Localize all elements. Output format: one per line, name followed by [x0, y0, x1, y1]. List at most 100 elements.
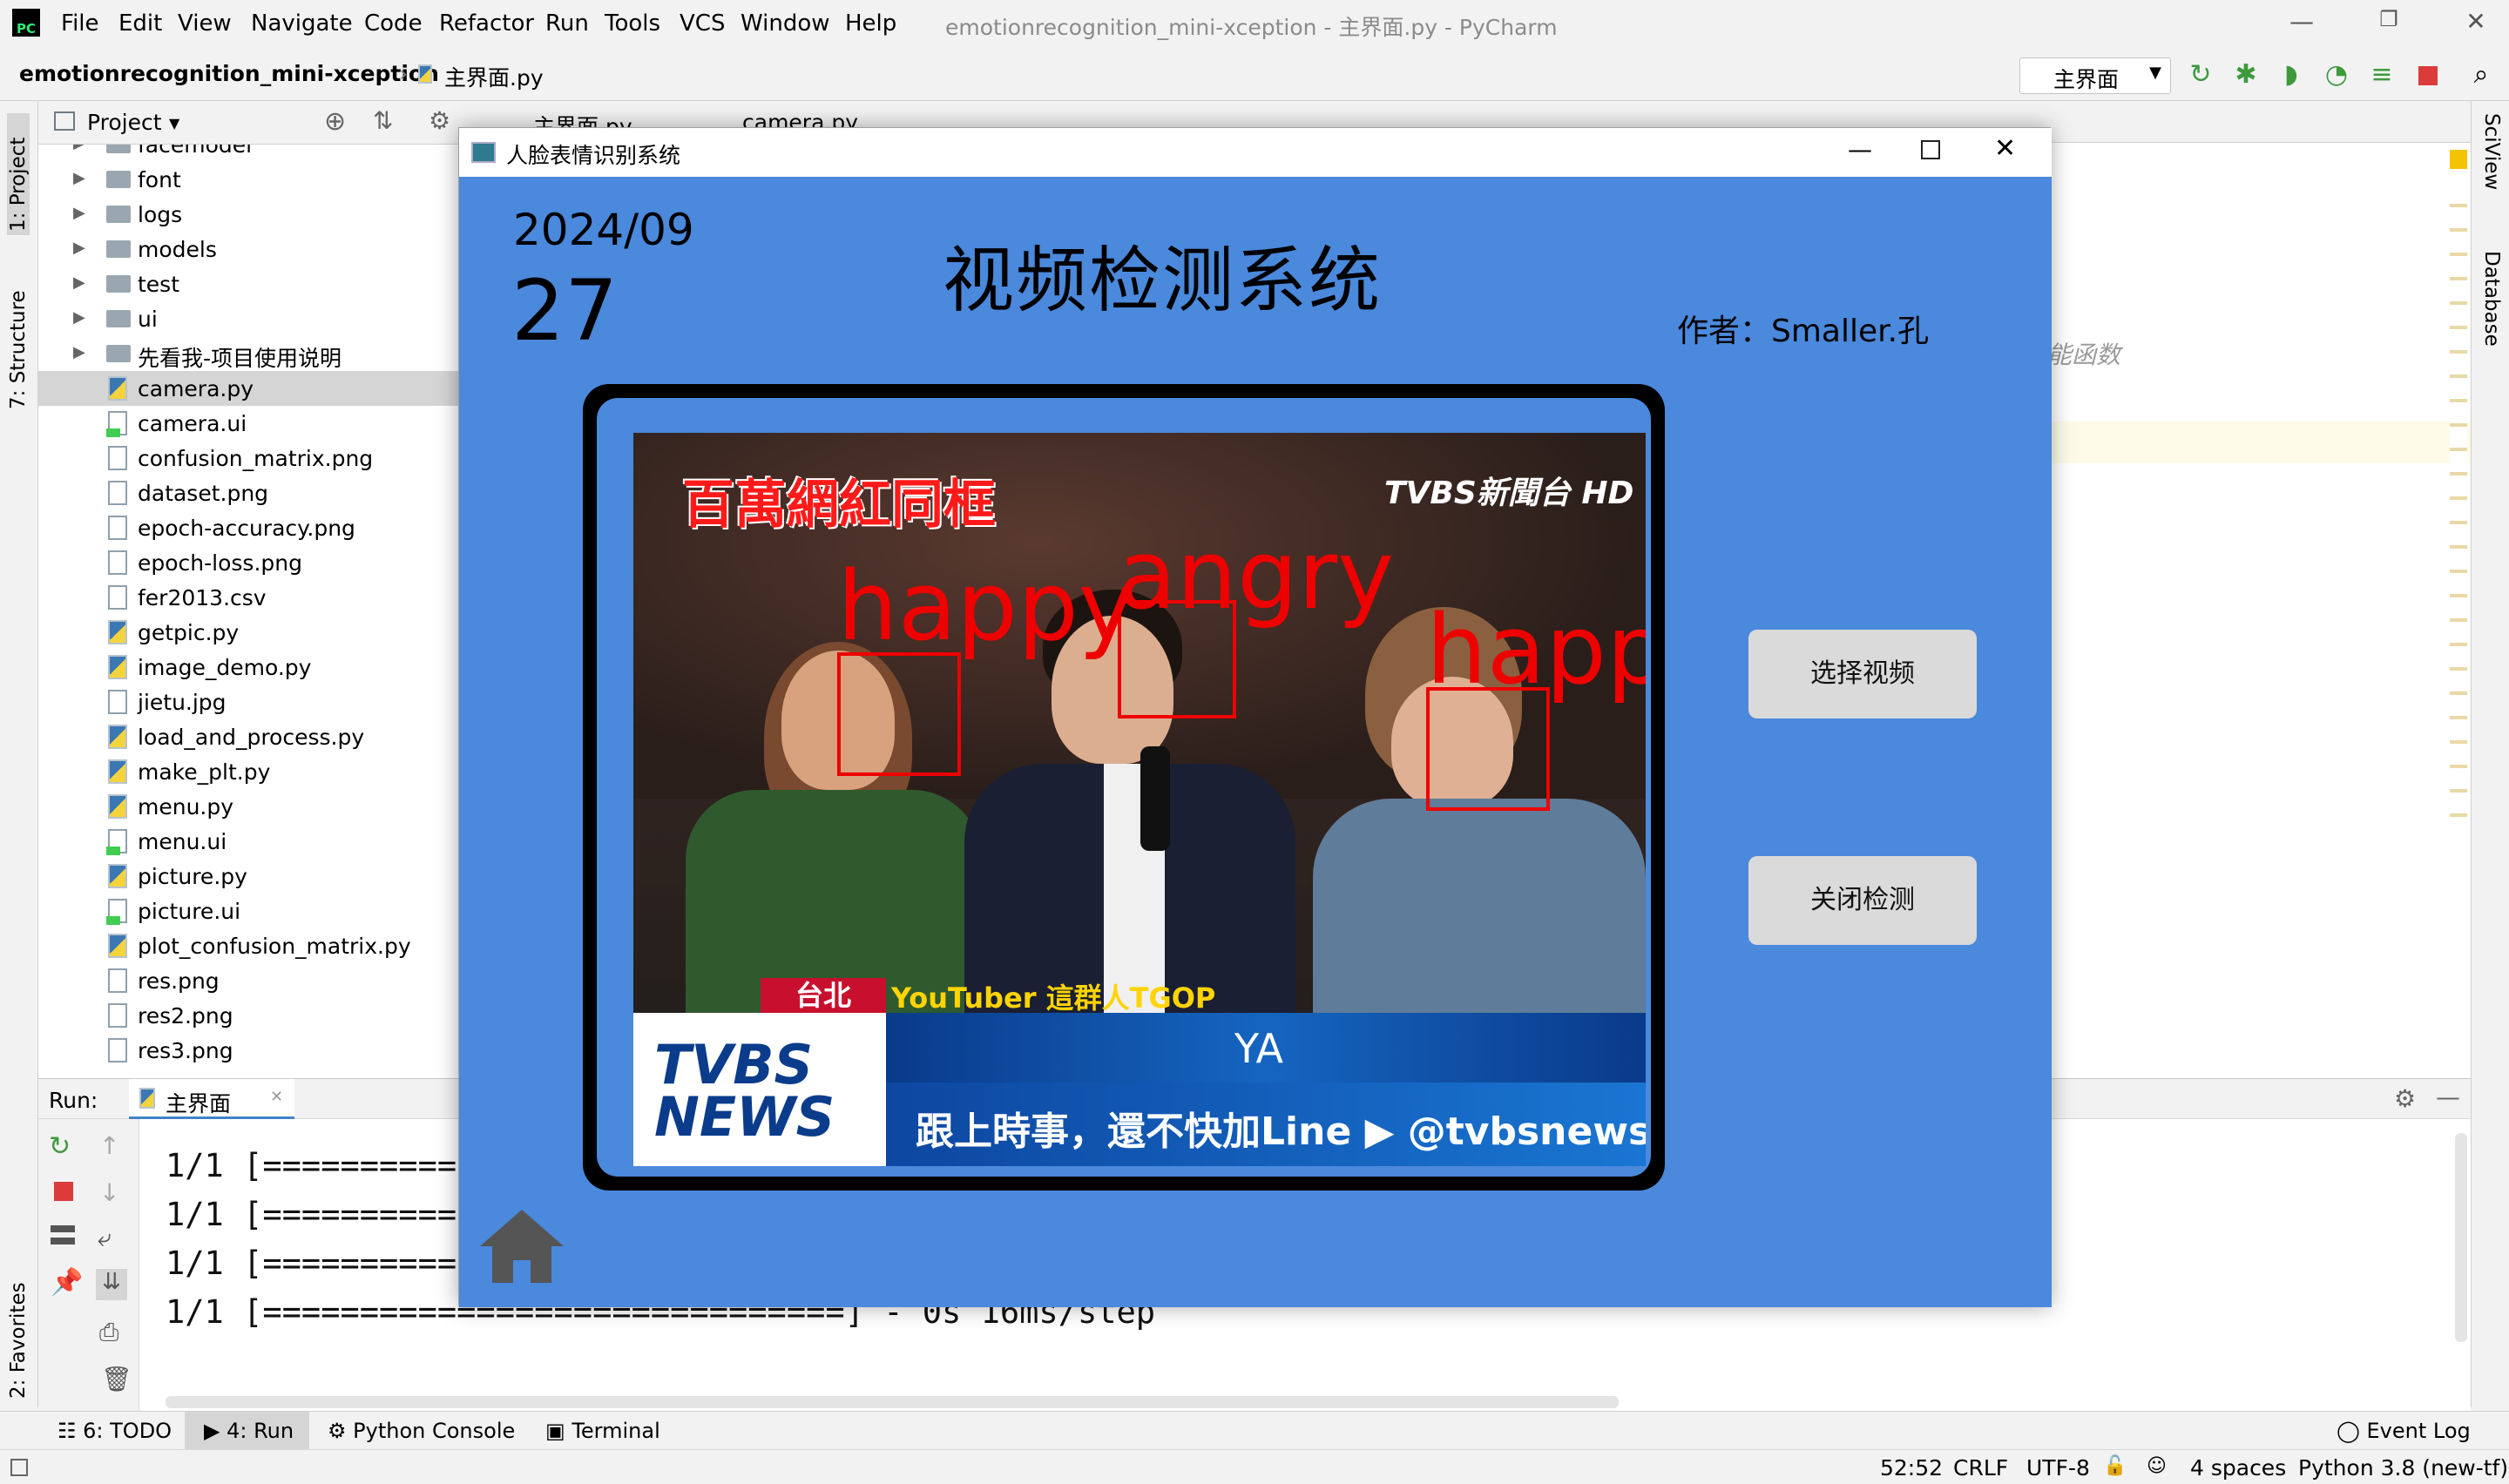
- tree-row[interactable]: plot_confusion_matrix.py: [38, 928, 463, 963]
- database-tool-tab[interactable]: Database: [2480, 251, 2503, 390]
- breadcrumb-project[interactable]: emotionrecognition_mini-xception: [19, 61, 439, 86]
- menu-run[interactable]: Run: [545, 10, 589, 37]
- tree-row[interactable]: ▶ font: [38, 162, 463, 197]
- rerun-icon[interactable]: ↻: [2185, 59, 2216, 91]
- lock-icon[interactable]: 🔓: [2103, 1455, 2127, 1477]
- indent-setting[interactable]: 4 spaces: [2190, 1455, 2286, 1481]
- minimize-icon[interactable]: —: [2276, 7, 2328, 42]
- warning-marker-icon[interactable]: [2450, 150, 2467, 169]
- expand-arrow-icon[interactable]: ▶: [73, 343, 85, 361]
- trash-icon[interactable]: 🗑: [101, 1365, 132, 1393]
- todo-tab[interactable]: ☷ 6: TODO: [57, 1419, 172, 1443]
- menu-view[interactable]: View: [178, 10, 232, 37]
- collapse-icon[interactable]: ⇅: [373, 106, 393, 135]
- stop-icon[interactable]: [2418, 66, 2438, 85]
- horizontal-scrollbar[interactable]: [166, 1396, 1619, 1408]
- tree-row[interactable]: ▶ test: [38, 266, 463, 301]
- profile-icon[interactable]: ◔: [2321, 59, 2352, 91]
- favorites-tool-tab[interactable]: 2: Favorites: [7, 1251, 30, 1399]
- tree-row[interactable]: jietu.jpg: [38, 685, 463, 719]
- tree-row[interactable]: epoch-accuracy.png: [38, 510, 463, 545]
- restore-icon[interactable]: ❐: [2363, 7, 2415, 42]
- layout-icon[interactable]: [51, 1225, 75, 1245]
- tree-row[interactable]: res2.png: [38, 998, 463, 1033]
- hide-panel-icon[interactable]: —: [2436, 1083, 2460, 1111]
- soft-wrap-icon[interactable]: ⤶: [98, 1224, 112, 1253]
- close-detection-button[interactable]: 关闭检测: [1748, 856, 1977, 945]
- toggle-tool-windows-icon[interactable]: [10, 1459, 28, 1476]
- python-console-tab[interactable]: ⚙ Python Console: [328, 1419, 515, 1443]
- scrollbar-markers[interactable]: [2450, 183, 2467, 836]
- tree-row[interactable]: camera.ui: [38, 406, 463, 441]
- tree-row[interactable]: confusion_matrix.png: [38, 441, 463, 476]
- rerun-icon[interactable]: ↻: [49, 1131, 71, 1162]
- tree-row[interactable]: picture.py: [38, 859, 463, 894]
- tree-row[interactable]: menu.ui: [38, 824, 463, 859]
- menu-edit[interactable]: Edit: [118, 10, 162, 37]
- vertical-scrollbar[interactable]: [2455, 1133, 2467, 1342]
- select-video-button[interactable]: 选择视频: [1748, 630, 1977, 718]
- tree-row[interactable]: ▶ logs: [38, 197, 463, 232]
- sciview-tool-tab[interactable]: SciView: [2480, 113, 2503, 226]
- tree-row[interactable]: ▶ models: [38, 232, 463, 266]
- stop-icon[interactable]: [54, 1182, 73, 1201]
- close-tab-icon[interactable]: ✕: [270, 1088, 283, 1106]
- coverage-icon[interactable]: ◗: [2276, 59, 2307, 91]
- tree-row[interactable]: image_demo.py: [38, 650, 463, 685]
- menu-window[interactable]: Window: [741, 10, 830, 37]
- concurrency-icon[interactable]: ≡: [2366, 59, 2397, 91]
- gear-icon[interactable]: ⚙: [429, 106, 450, 135]
- maximize-icon[interactable]: [1921, 140, 1940, 159]
- up-arrow-icon[interactable]: ↑: [99, 1131, 119, 1160]
- cursor-position[interactable]: 52:52: [1880, 1455, 1943, 1481]
- tree-row[interactable]: getpic.py: [38, 615, 463, 650]
- down-arrow-icon[interactable]: ↓: [99, 1178, 119, 1207]
- expand-arrow-icon[interactable]: ▶: [73, 273, 85, 292]
- expand-arrow-icon[interactable]: ▶: [73, 204, 85, 222]
- tree-row[interactable]: menu.py: [38, 789, 463, 824]
- expand-arrow-icon[interactable]: ▶: [73, 308, 85, 327]
- expand-arrow-icon[interactable]: ▶: [73, 239, 85, 257]
- minimize-icon[interactable]: —: [1848, 135, 1872, 164]
- breadcrumb-file[interactable]: 主界面.py: [444, 61, 544, 92]
- tree-row[interactable]: picture.ui: [38, 894, 463, 928]
- gear-icon[interactable]: ⚙: [2394, 1084, 2416, 1113]
- tree-row-partial[interactable]: ▶ facemodel: [38, 145, 463, 162]
- close-icon[interactable]: ✕: [2450, 7, 2502, 42]
- tree-row[interactable]: make_plt.py: [38, 754, 463, 789]
- menu-tools[interactable]: Tools: [605, 10, 660, 37]
- inspector-icon[interactable]: ☺: [2147, 1455, 2167, 1477]
- project-tool-tab[interactable]: 1: Project: [7, 113, 30, 235]
- run-tab[interactable]: 主界面 ✕: [129, 1079, 294, 1119]
- menu-help[interactable]: Help: [845, 10, 896, 37]
- close-icon[interactable]: ✕: [1994, 133, 2016, 164]
- tree-row[interactable]: res3.png: [38, 1033, 463, 1068]
- expand-arrow-icon[interactable]: ▶: [73, 145, 85, 152]
- terminal-tab[interactable]: ▣ Terminal: [545, 1419, 660, 1443]
- tree-row[interactable]: res.png: [38, 963, 463, 998]
- tree-row[interactable]: epoch-loss.png: [38, 545, 463, 580]
- expand-arrow-icon[interactable]: ▶: [73, 169, 85, 187]
- event-log-tab[interactable]: ◯ Event Log: [2337, 1419, 2471, 1443]
- file-encoding[interactable]: UTF-8: [2026, 1455, 2090, 1481]
- print-icon[interactable]: ⎙: [99, 1318, 118, 1347]
- run-config-select[interactable]: 主界面 ▼: [2019, 57, 2171, 94]
- home-icon[interactable]: [477, 1210, 567, 1288]
- pin-icon[interactable]: 📌: [51, 1267, 83, 1298]
- run-tool-tab[interactable]: ▶ 4: Run: [185, 1412, 310, 1450]
- python-interpreter[interactable]: Python 3.8 (new-tf): [2298, 1455, 2508, 1481]
- tree-row[interactable]: ▶ ui: [38, 301, 463, 336]
- project-panel-title[interactable]: Project: [87, 110, 162, 135]
- menu-vcs[interactable]: VCS: [680, 10, 725, 37]
- menu-code[interactable]: Code: [364, 10, 423, 37]
- locate-icon[interactable]: ⊕: [324, 106, 346, 137]
- search-icon[interactable]: ⌕: [2465, 59, 2497, 91]
- scroll-to-end-icon[interactable]: ⇊: [96, 1269, 127, 1300]
- menu-navigate[interactable]: Navigate: [251, 10, 353, 37]
- tree-row[interactable]: ▶ 先看我-项目使用说明: [38, 336, 463, 371]
- tree-row[interactable]: dataset.png: [38, 476, 463, 510]
- tree-row[interactable]: load_and_process.py: [38, 719, 463, 754]
- menu-refactor[interactable]: Refactor: [439, 10, 534, 37]
- tree-row[interactable]: fer2013.csv: [38, 580, 463, 615]
- debug-icon[interactable]: ✱: [2230, 59, 2262, 91]
